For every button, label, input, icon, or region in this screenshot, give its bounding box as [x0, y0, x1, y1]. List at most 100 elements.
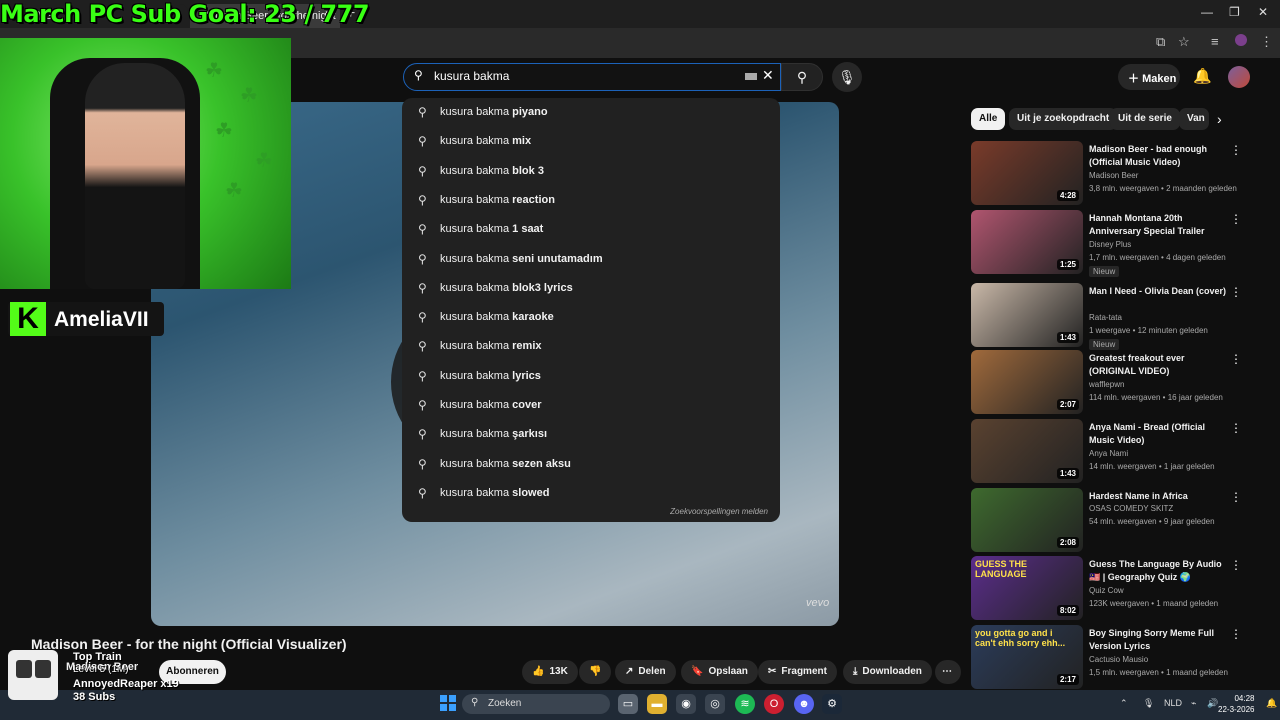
related-video[interactable]: 2:07 Greatest freakout ever (ORIGINAL VID…: [971, 350, 1261, 414]
video-thumbnail[interactable]: 4:28: [971, 141, 1083, 205]
search-suggestion[interactable]: ⚲ kusura bakma reaction: [402, 186, 780, 215]
video-thumbnail[interactable]: 2:07: [971, 350, 1083, 414]
search-suggestion[interactable]: ⚲ kusura bakma şarkısı: [402, 420, 780, 449]
microphone-tray-icon[interactable]: 🎙: [1143, 698, 1154, 709]
share-button[interactable]: ↗ Delen: [615, 660, 676, 684]
chevron-right-icon[interactable]: ›: [1217, 111, 1222, 127]
file-explorer-icon[interactable]: ▬: [647, 694, 667, 714]
discord-icon[interactable]: ☻: [794, 694, 814, 714]
chrome-icon[interactable]: ◉: [676, 694, 696, 714]
more-options-icon[interactable]: ⋮: [1230, 212, 1242, 226]
task-view-icon[interactable]: ▭: [618, 694, 638, 714]
related-video-title[interactable]: Anya Nami - Bread (Official Music Video): [1089, 421, 1229, 447]
system-clock[interactable]: 04:28 22-3-2026: [1218, 693, 1254, 715]
related-video[interactable]: 2:08 Hardest Name in Africa OSAS COMEDY SK…: [971, 488, 1261, 552]
more-options-icon[interactable]: ⋮: [1230, 421, 1242, 435]
related-channel[interactable]: wafflepwn: [1089, 380, 1124, 389]
minimize-icon[interactable]: —: [1201, 5, 1213, 19]
video-thumbnail[interactable]: you gotta go and i can't ehh sorry ehh..…: [971, 625, 1083, 689]
clear-search-icon[interactable]: ✕: [762, 67, 774, 84]
search-suggestion[interactable]: ⚲ kusura bakma sezen aksu: [402, 450, 780, 479]
profile-avatar[interactable]: [1235, 34, 1247, 46]
related-channel[interactable]: Rata-tata: [1089, 313, 1122, 322]
related-video-title[interactable]: Madison Beer - bad enough (Official Musi…: [1089, 143, 1229, 169]
more-options-icon[interactable]: ⋮: [1230, 143, 1242, 157]
video-thumbnail[interactable]: GUESS THE LANGUAGE 8:02: [971, 556, 1083, 620]
notification-center-icon[interactable]: 🔔: [1266, 698, 1277, 709]
search-suggestion[interactable]: ⚲ kusura bakma karaoke: [402, 303, 780, 332]
related-video[interactable]: 1:43 Anya Nami - Bread (Official Music Vi…: [971, 419, 1261, 483]
search-suggestion[interactable]: ⚲ kusura bakma seni unutamadım: [402, 245, 780, 274]
search-suggestion[interactable]: ⚲ kusura bakma slowed: [402, 479, 780, 508]
clip-button[interactable]: ✂ Fragment: [758, 660, 837, 684]
network-icon[interactable]: ⌁: [1191, 698, 1196, 709]
search-suggestion[interactable]: ⚲ kusura bakma lyrics: [402, 362, 780, 391]
install-app-icon[interactable]: ⧉: [1156, 34, 1165, 50]
search-suggestion[interactable]: ⚲ kusura bakma piyano: [402, 98, 780, 127]
chip-from[interactable]: Van: [1179, 108, 1209, 130]
related-channel[interactable]: Cactusio Mausio: [1089, 655, 1148, 664]
more-options-icon[interactable]: ⋮: [1230, 352, 1242, 366]
save-button[interactable]: 🔖 Opslaan: [681, 660, 758, 684]
chip-from-series[interactable]: Uit de serie: [1110, 108, 1180, 130]
video-thumbnail[interactable]: 1:43: [971, 283, 1083, 347]
taskbar-search[interactable]: ⚲ Zoeken: [462, 694, 610, 714]
related-video-title[interactable]: Greatest freakout ever (ORIGINAL VIDEO): [1089, 352, 1229, 378]
media-control-icon[interactable]: ≡: [1211, 34, 1219, 49]
like-button[interactable]: 👍 13K: [522, 660, 578, 684]
related-channel[interactable]: OSAS COMEDY SKITZ: [1089, 504, 1173, 513]
related-video-title[interactable]: Man I Need - Olivia Dean (cover): [1089, 285, 1229, 298]
related-video[interactable]: 1:43 Man I Need - Olivia Dean (cover) Rata…: [971, 283, 1261, 350]
dislike-button[interactable]: 👎: [579, 660, 612, 684]
search-query[interactable]: kusura bakma: [434, 69, 509, 83]
video-thumbnail[interactable]: 1:25: [971, 210, 1083, 274]
report-suggestions-link[interactable]: Zoekvoorspellingen melden: [670, 507, 768, 516]
windows-start-icon[interactable]: [440, 695, 456, 711]
video-thumbnail[interactable]: 1:43: [971, 419, 1083, 483]
search-suggestion[interactable]: ⚲ kusura bakma 1 saat: [402, 215, 780, 244]
download-button[interactable]: ⤓ Downloaden: [843, 660, 932, 684]
chip-from-search[interactable]: Uit je zoekopdracht: [1009, 108, 1118, 130]
video-thumbnail[interactable]: 2:08: [971, 488, 1083, 552]
search-suggestion[interactable]: ⚲ kusura bakma mix: [402, 127, 780, 156]
browser-menu-icon[interactable]: ⋮: [1260, 34, 1273, 50]
search-suggestion[interactable]: ⚲ kusura bakma remix: [402, 332, 780, 361]
related-video-title[interactable]: Boy Singing Sorry Meme Full Version Lyri…: [1089, 627, 1229, 653]
related-channel[interactable]: Anya Nami: [1089, 449, 1128, 458]
related-channel[interactable]: Madison Beer: [1089, 171, 1138, 180]
spotify-icon[interactable]: ≋: [735, 694, 755, 714]
create-button[interactable]: ＋ Maken: [1118, 64, 1180, 90]
more-options-icon[interactable]: ⋮: [1230, 285, 1242, 299]
opera-icon[interactable]: O: [764, 694, 784, 714]
related-channel[interactable]: Disney Plus: [1089, 240, 1131, 249]
related-video[interactable]: you gotta go and i can't ehh sorry ehh..…: [971, 625, 1261, 689]
user-avatar[interactable]: [1228, 66, 1250, 88]
related-channel[interactable]: Quiz Cow: [1089, 586, 1124, 595]
voice-search-button[interactable]: 🎙: [832, 62, 862, 92]
related-video-title[interactable]: Guess The Language By Audio 🇲🇾 | Geograp…: [1089, 558, 1229, 584]
related-video[interactable]: GUESS THE LANGUAGE 8:02 Guess The Language…: [971, 556, 1261, 620]
search-suggestion[interactable]: ⚲ kusura bakma blok 3: [402, 157, 780, 186]
input-language[interactable]: NLD: [1164, 698, 1182, 708]
more-options-icon[interactable]: ⋮: [1230, 627, 1242, 641]
search-suggestion[interactable]: ⚲ kusura bakma cover: [402, 391, 780, 420]
related-video-title[interactable]: Hannah Montana 20th Anniversary Special …: [1089, 212, 1229, 238]
more-actions-button[interactable]: ⋯: [935, 660, 961, 684]
search-suggestion[interactable]: ⚲ kusura bakma blok3 lyrics: [402, 274, 780, 303]
related-video[interactable]: 1:25 Hannah Montana 20th Anniversary Spec…: [971, 210, 1261, 277]
volume-icon[interactable]: 🔊: [1207, 698, 1218, 709]
close-window-icon[interactable]: ✕: [1258, 5, 1268, 19]
steam-icon[interactable]: ⚙: [822, 694, 842, 714]
chip-all[interactable]: Alle: [971, 108, 1006, 130]
obs-icon[interactable]: ◎: [705, 694, 725, 714]
more-options-icon[interactable]: ⋮: [1230, 490, 1242, 504]
search-button[interactable]: ⚲: [781, 63, 823, 91]
bookmark-star-icon[interactable]: ☆: [1178, 34, 1190, 50]
maximize-icon[interactable]: ❐: [1229, 5, 1240, 19]
notifications-bell-icon[interactable]: 🔔: [1193, 67, 1212, 85]
tray-chevron-icon[interactable]: ⌃: [1120, 698, 1128, 709]
related-video[interactable]: 4:28 Madison Beer - bad enough (Official …: [971, 141, 1261, 205]
related-video-title[interactable]: Hardest Name in Africa: [1089, 490, 1229, 503]
more-options-icon[interactable]: ⋮: [1230, 558, 1242, 572]
keyboard-icon[interactable]: [745, 73, 757, 80]
